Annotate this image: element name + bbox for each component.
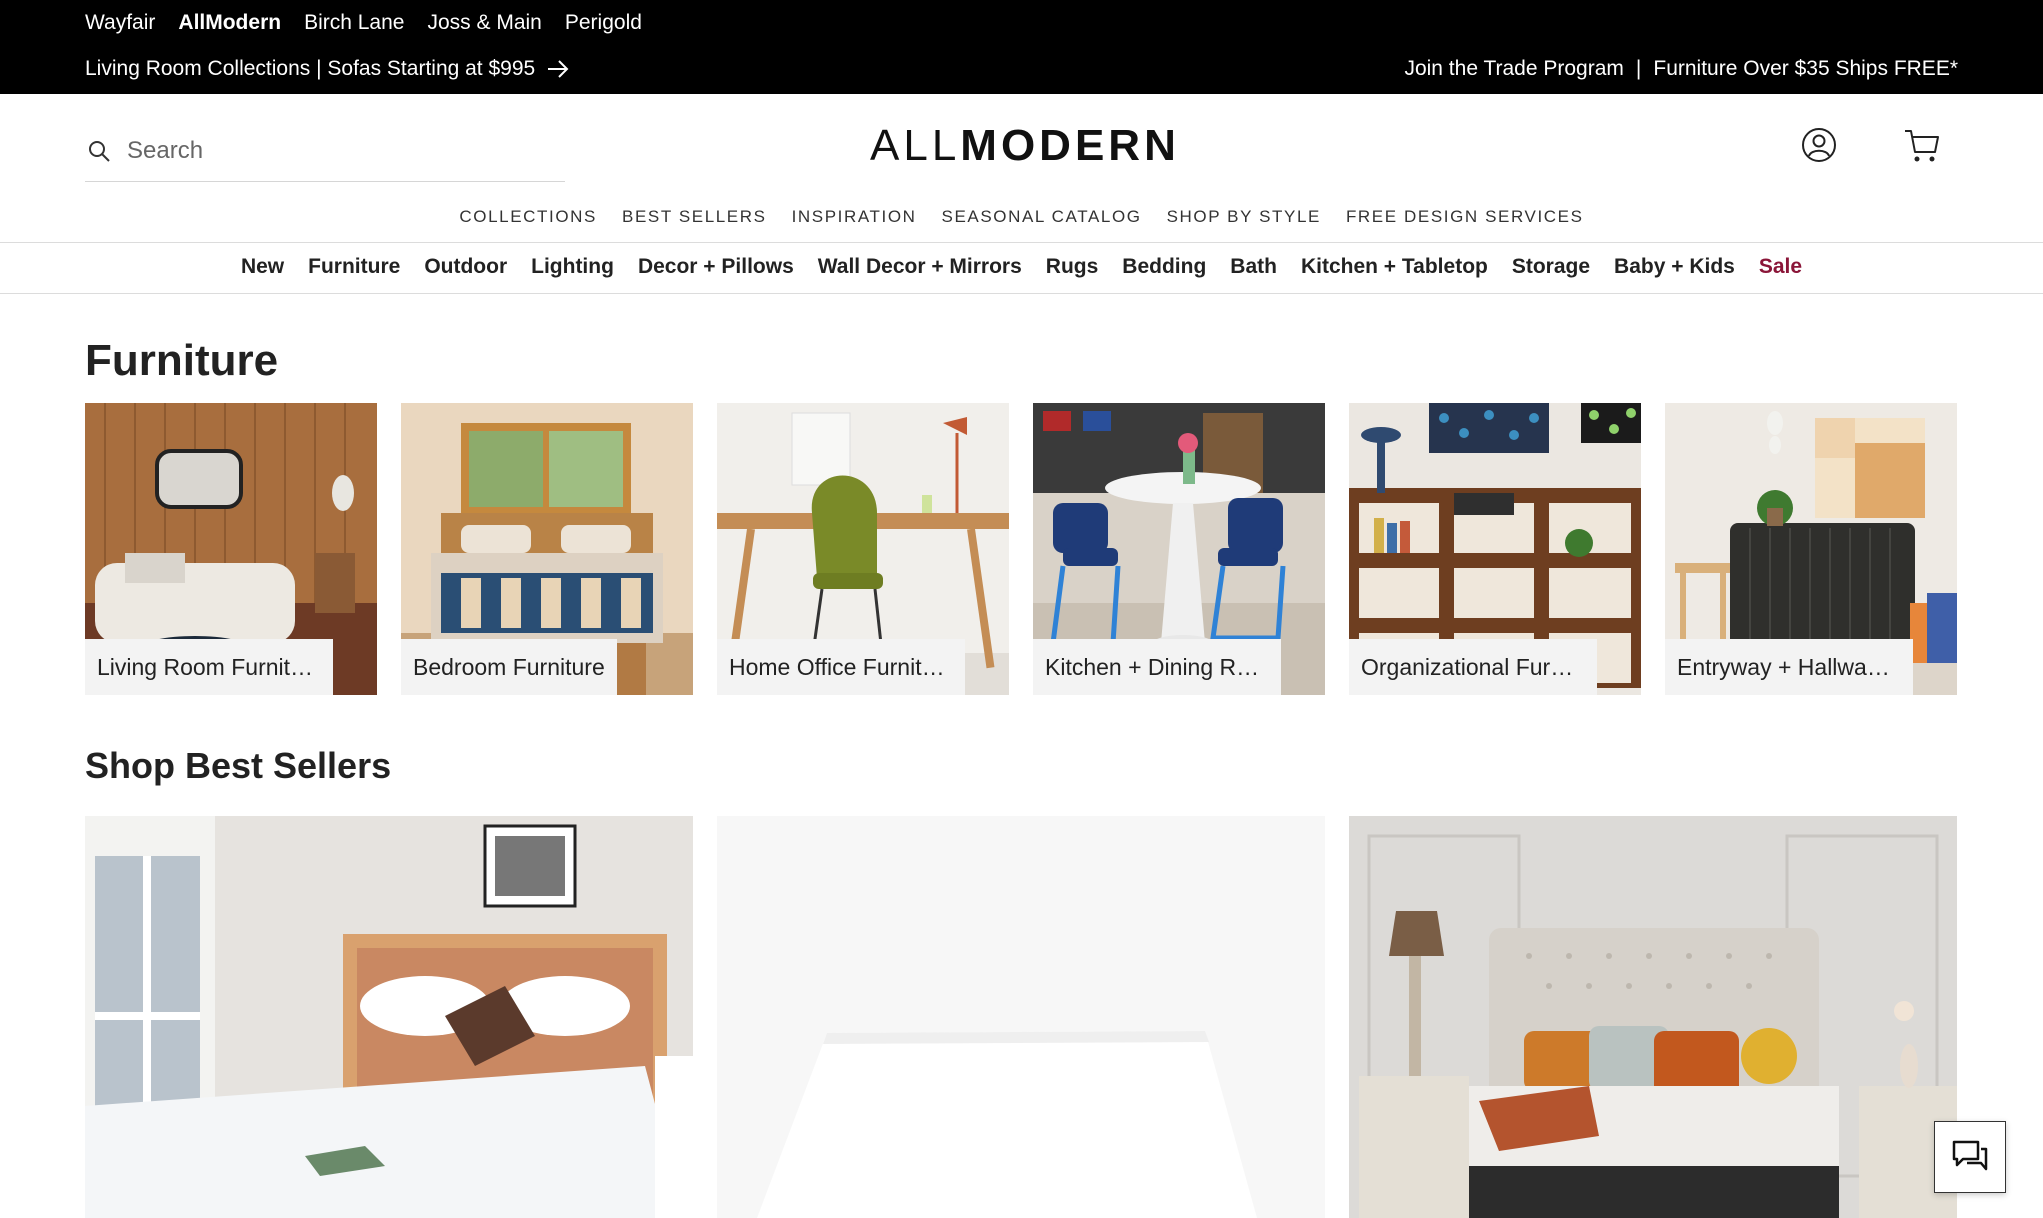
brand-joss-and-main[interactable]: Joss & Main bbox=[427, 10, 541, 36]
tile-home-office-furniture[interactable]: Home Office Furniture bbox=[717, 403, 1009, 695]
category-decor-pillows[interactable]: Decor + Pillows bbox=[638, 255, 794, 279]
search-bar bbox=[85, 120, 565, 182]
tile-label: Organizational Furniture bbox=[1349, 639, 1597, 695]
product-image-mattress-bed bbox=[85, 816, 693, 1218]
tile-label: Home Office Furniture bbox=[717, 639, 965, 695]
best-sellers-row bbox=[85, 816, 1957, 1218]
trade-program-link[interactable]: Join the Trade Program bbox=[1404, 57, 1623, 81]
category-rugs[interactable]: Rugs bbox=[1046, 255, 1099, 279]
category-wall-decor-mirrors[interactable]: Wall Decor + Mirrors bbox=[818, 255, 1022, 279]
section-title-furniture: Furniture bbox=[85, 336, 279, 385]
tile-kitchen-dining-room-furniture[interactable]: Kitchen + Dining Room Furniture bbox=[1033, 403, 1325, 695]
category-nav: New Furniture Outdoor Lighting Decor + P… bbox=[0, 255, 2043, 279]
category-new[interactable]: New bbox=[241, 255, 284, 279]
account-icon[interactable] bbox=[1800, 126, 1838, 164]
tile-living-room-furniture[interactable]: Living Room Furniture bbox=[85, 403, 377, 695]
nav-seasonal-catalog[interactable]: SEASONAL CATALOG bbox=[942, 207, 1142, 227]
brand-wayfair[interactable]: Wayfair bbox=[85, 10, 155, 36]
free-shipping-link[interactable]: Furniture Over $35 Ships FREE* bbox=[1653, 57, 1958, 81]
promo-text: Living Room Collections | Sofas Starting… bbox=[85, 57, 536, 80]
tile-label: Entryway + Hallway Furniture bbox=[1665, 639, 1913, 695]
brand-allmodern[interactable]: AllModern bbox=[178, 10, 281, 36]
tile-label: Bedroom Furniture bbox=[401, 639, 617, 695]
brand-switcher: Wayfair AllModern Birch Lane Joss & Main… bbox=[85, 10, 642, 36]
logo-part-modern: MODERN bbox=[960, 121, 1180, 170]
category-outdoor[interactable]: Outdoor bbox=[424, 255, 507, 279]
category-bedding[interactable]: Bedding bbox=[1122, 255, 1206, 279]
logo-part-all: ALL bbox=[870, 121, 961, 170]
nav-shop-by-style[interactable]: SHOP BY STYLE bbox=[1167, 207, 1321, 227]
product-image-mattress-topper bbox=[717, 816, 1325, 1218]
promo-separator: | bbox=[1635, 57, 1642, 80]
section-title-best-sellers: Shop Best Sellers bbox=[85, 745, 392, 786]
category-furniture[interactable]: Furniture bbox=[308, 255, 400, 279]
divider bbox=[0, 242, 2043, 243]
arrow-right-icon bbox=[548, 60, 569, 78]
tile-label: Kitchen + Dining Room Furniture bbox=[1033, 639, 1281, 695]
product-card[interactable] bbox=[85, 816, 693, 1218]
chat-button[interactable] bbox=[1934, 1121, 2006, 1193]
cart-icon[interactable] bbox=[1903, 126, 1941, 164]
product-image-upholstered-bed bbox=[1349, 816, 1957, 1218]
promo-link-sofas[interactable]: Living Room Collections | Sofas Starting… bbox=[85, 57, 569, 81]
promo-right: Join the Trade Program | Furniture Over … bbox=[1404, 57, 1958, 81]
furniture-category-tiles: Living Room Furniture Bedroom Furniture bbox=[85, 403, 1957, 695]
divider bbox=[0, 293, 2043, 294]
product-card[interactable] bbox=[1349, 816, 1957, 1218]
category-sale[interactable]: Sale bbox=[1759, 255, 1802, 279]
product-card[interactable] bbox=[717, 816, 1325, 1218]
nav-inspiration[interactable]: INSPIRATION bbox=[792, 207, 917, 227]
chat-icon bbox=[1952, 1140, 1988, 1171]
utility-nav: COLLECTIONS BEST SELLERS INSPIRATION SEA… bbox=[0, 207, 2043, 227]
category-baby-kids[interactable]: Baby + Kids bbox=[1614, 255, 1735, 279]
category-storage[interactable]: Storage bbox=[1512, 255, 1590, 279]
category-bath[interactable]: Bath bbox=[1230, 255, 1277, 279]
search-input[interactable] bbox=[127, 136, 527, 165]
tile-entryway-hallway-furniture[interactable]: Entryway + Hallway Furniture bbox=[1665, 403, 1957, 695]
tile-organizational-furniture[interactable]: Organizational Furniture bbox=[1349, 403, 1641, 695]
category-lighting[interactable]: Lighting bbox=[531, 255, 614, 279]
top-promo-bar: Wayfair AllModern Birch Lane Joss & Main… bbox=[0, 0, 2043, 94]
allmodern-logo[interactable]: ALLMODERN bbox=[870, 121, 1176, 170]
brand-perigold[interactable]: Perigold bbox=[565, 10, 642, 36]
brand-birch-lane[interactable]: Birch Lane bbox=[304, 10, 404, 36]
search-icon[interactable] bbox=[87, 139, 111, 163]
tile-label: Living Room Furniture bbox=[85, 639, 333, 695]
tile-bedroom-furniture[interactable]: Bedroom Furniture bbox=[401, 403, 693, 695]
nav-collections[interactable]: COLLECTIONS bbox=[459, 207, 597, 227]
nav-free-design-services[interactable]: FREE DESIGN SERVICES bbox=[1346, 207, 1584, 227]
category-kitchen-tabletop[interactable]: Kitchen + Tabletop bbox=[1301, 255, 1488, 279]
nav-best-sellers[interactable]: BEST SELLERS bbox=[622, 207, 767, 227]
